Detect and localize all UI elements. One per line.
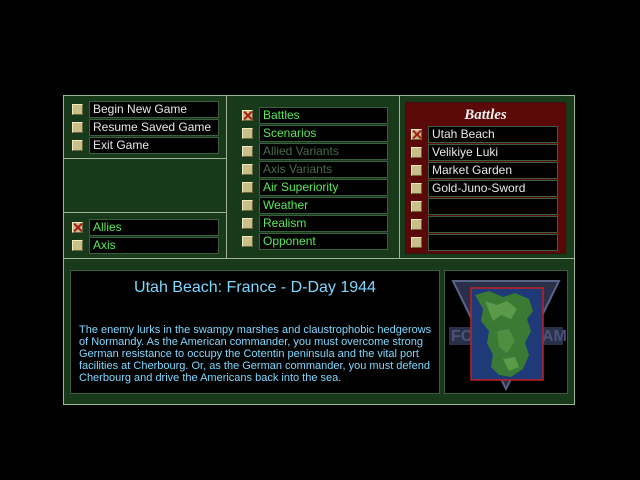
battles-panel-title: Battles [464, 107, 507, 123]
opponent-label: Opponent [259, 233, 388, 250]
battles-option-checkbox[interactable] [242, 110, 253, 121]
battle-checkbox[interactable] [411, 183, 422, 194]
battles-option-label: Battles [259, 107, 388, 124]
axis-variants-label: Axis Variants [259, 161, 388, 178]
battle-checkbox[interactable] [411, 147, 422, 158]
begin-new-game-checkbox[interactable] [72, 104, 83, 115]
axis-label: Axis [89, 237, 219, 254]
side-select-panel: Allies Axis [64, 213, 227, 258]
battle-checkbox[interactable] [411, 219, 422, 230]
scenarios-option-label: Scenarios [259, 125, 388, 142]
air-superiority-checkbox[interactable] [242, 182, 253, 193]
weather-checkbox[interactable] [242, 200, 253, 211]
allies-checkbox[interactable] [72, 222, 83, 233]
scenario-description-panel: Utah Beach: France - D-Day 1944 The enem… [70, 270, 440, 394]
battle-checkbox[interactable] [411, 201, 422, 212]
air-superiority-label: Air Superiority [259, 179, 388, 196]
allied-variants-label: Allied Variants [259, 143, 388, 160]
allies-label: Allies [89, 219, 219, 236]
exit-game-checkbox[interactable] [72, 140, 83, 151]
battle-checkbox[interactable] [411, 165, 422, 176]
realism-label: Realism [259, 215, 388, 232]
blank-panel [64, 159, 227, 213]
scenario-description: The enemy lurks in the swampy marshes an… [79, 324, 432, 384]
map-preview-panel: FORTRESS AMERICA [444, 270, 568, 394]
battle-label: Market Garden [428, 162, 558, 179]
battle-label [428, 198, 558, 215]
exit-game-label: Exit Game [89, 137, 219, 154]
scenarios-option-checkbox[interactable] [242, 128, 253, 139]
realism-checkbox[interactable] [242, 218, 253, 229]
resume-saved-game-label: Resume Saved Game [89, 119, 219, 136]
battle-checkbox[interactable] [411, 129, 422, 140]
axis-variants-checkbox [242, 164, 253, 175]
battle-label [428, 234, 558, 251]
battle-checkbox[interactable] [411, 237, 422, 248]
allied-variants-checkbox [242, 146, 253, 157]
battle-label: Velikiye Luki [428, 144, 558, 161]
options-panel: Battles Scenarios Allied Variants Axis V… [227, 96, 400, 258]
battle-label: Utah Beach [428, 126, 558, 143]
battle-label: Gold-Juno-Sword [428, 180, 558, 197]
battle-label [428, 216, 558, 233]
weather-label: Weather [259, 197, 388, 214]
section-divider [64, 258, 574, 259]
main-frame: Begin New Game Resume Saved Game Exit Ga… [63, 95, 575, 405]
begin-new-game-label: Begin New Game [89, 101, 219, 118]
resume-saved-game-checkbox[interactable] [72, 122, 83, 133]
battles-panel: Battles Utah Beach Velikiye Luki Market … [405, 102, 566, 254]
scenario-title: Utah Beach: France - D-Day 1944 [134, 279, 376, 296]
opponent-checkbox[interactable] [242, 236, 253, 247]
main-menu-panel: Begin New Game Resume Saved Game Exit Ga… [64, 96, 227, 159]
axis-checkbox[interactable] [72, 240, 83, 251]
cotentin-map-image: FORTRESS AMERICA [449, 280, 567, 392]
